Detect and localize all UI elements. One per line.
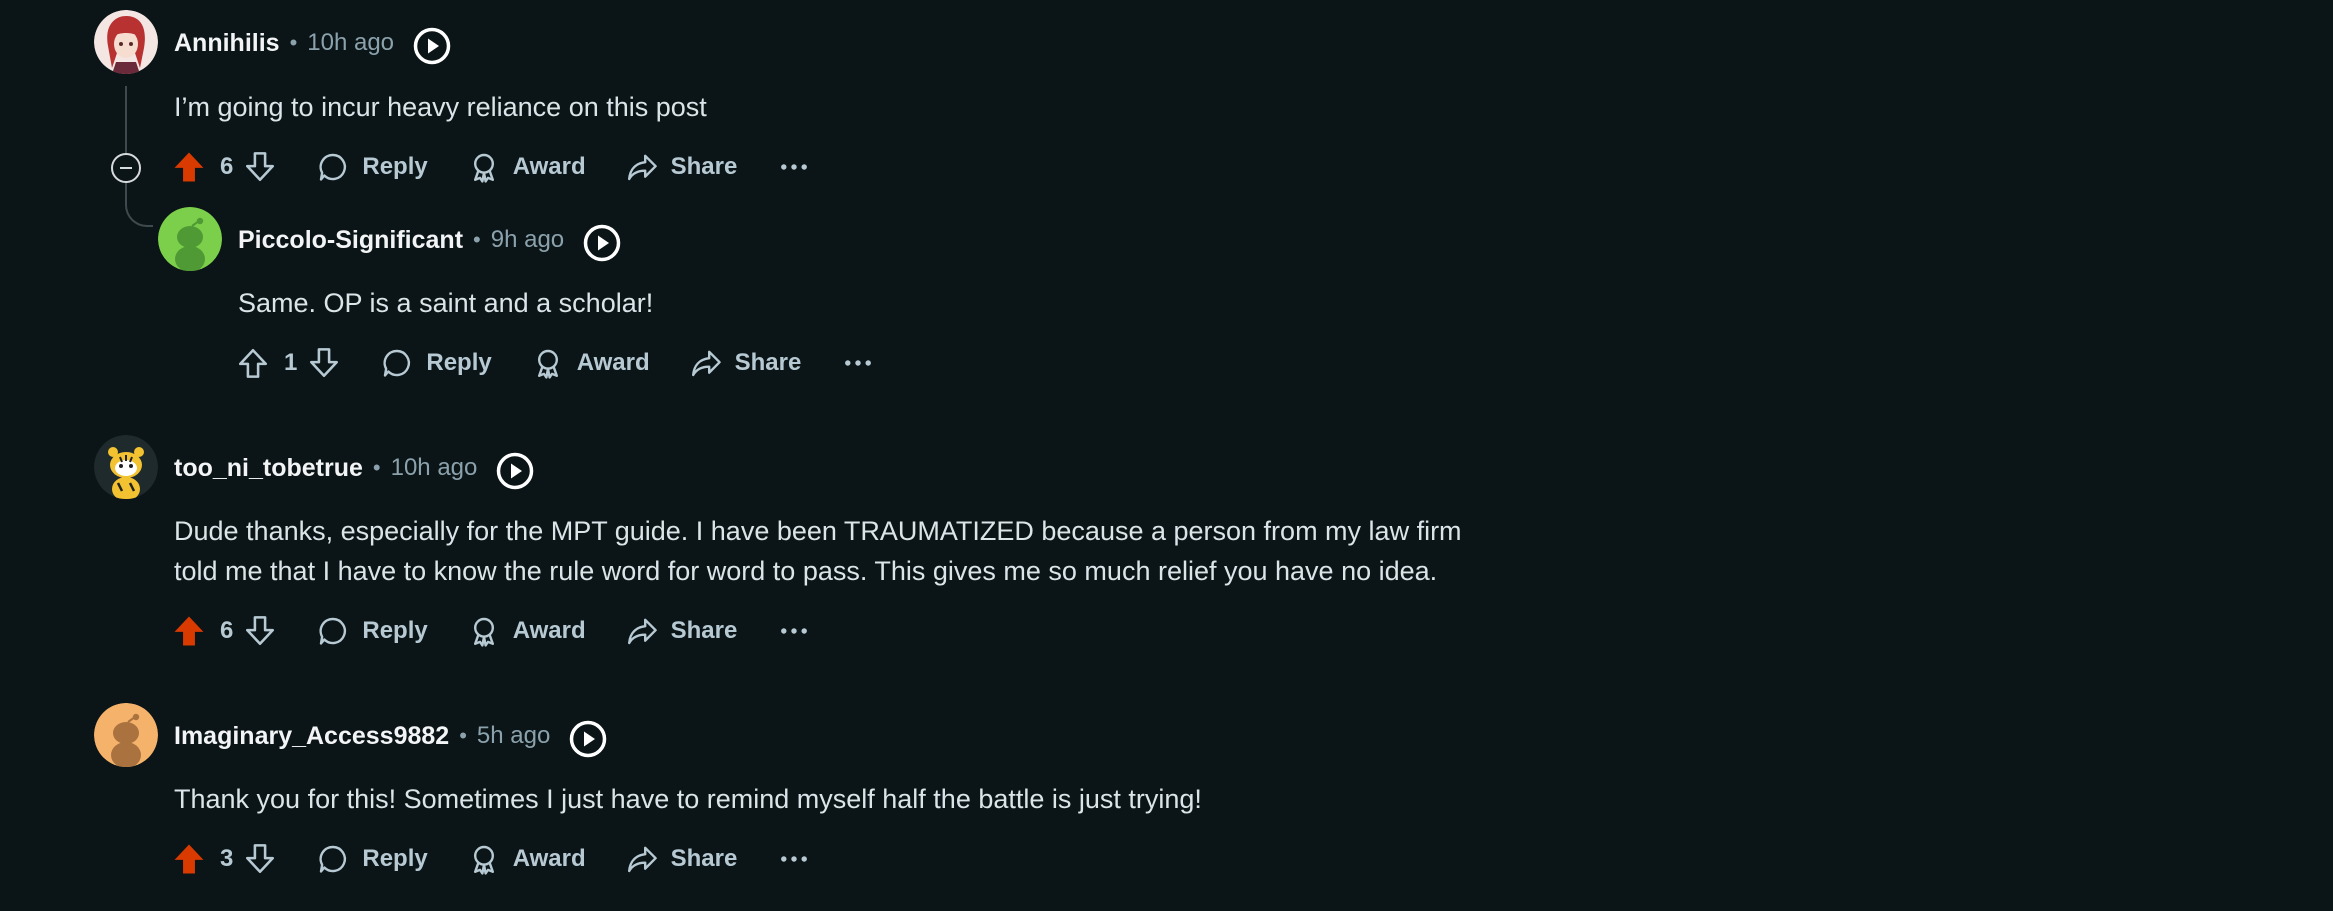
play-icon[interactable] <box>412 26 452 66</box>
award-icon <box>468 151 500 183</box>
upvote-icon[interactable] <box>172 614 206 648</box>
reply-button[interactable]: Reply <box>317 615 428 647</box>
reply-label: Reply <box>362 845 428 872</box>
award-label: Award <box>512 845 586 872</box>
award-button[interactable]: Award <box>468 843 586 875</box>
share-button[interactable]: Share <box>626 615 738 647</box>
username[interactable]: Piccolo-Significant <box>238 226 463 255</box>
award-label: Award <box>512 153 586 180</box>
comment-thread: Annihilis • 10h ago I’m going to incur h… <box>0 0 2333 911</box>
comment-header: Imaginary_Access9882 • 5h ago <box>174 716 608 756</box>
comment-body: Thank you for this! Sometimes I just hav… <box>174 784 1202 814</box>
share-button[interactable]: Share <box>626 843 738 875</box>
reply-button[interactable]: Reply <box>317 843 428 875</box>
thread-line[interactable] <box>125 183 127 203</box>
downvote-icon[interactable] <box>307 346 341 380</box>
downvote-icon[interactable] <box>243 614 277 648</box>
avatar[interactable] <box>158 207 222 271</box>
comment-body: Same. OP is a saint and a scholar! <box>238 288 654 318</box>
comment-header: Piccolo-Significant • 9h ago <box>238 220 622 260</box>
collapse-thread-button[interactable] <box>111 153 141 183</box>
timestamp[interactable]: 10h ago <box>391 454 478 482</box>
more-options-icon[interactable] <box>841 346 875 380</box>
reply-label: Reply <box>362 153 428 180</box>
comment-actions: 6 Reply Award Share <box>172 147 811 187</box>
upvote-icon[interactable] <box>236 346 270 380</box>
avatar[interactable] <box>94 435 158 499</box>
anime-avatar-icon <box>94 10 158 74</box>
downvote-icon[interactable] <box>243 842 277 876</box>
timestamp[interactable]: 5h ago <box>477 722 550 750</box>
award-button[interactable]: Award <box>468 615 586 647</box>
reply-button[interactable]: Reply <box>381 347 492 379</box>
share-label: Share <box>670 617 738 644</box>
comment-body: I’m going to incur heavy reliance on thi… <box>174 92 707 122</box>
share-label: Share <box>734 349 802 376</box>
share-icon <box>690 347 722 379</box>
comment-actions: 1 Reply Award Share <box>236 343 875 383</box>
score: 6 <box>220 153 234 180</box>
share-button[interactable]: Share <box>626 151 738 183</box>
avatar[interactable] <box>94 703 158 767</box>
comment-body-line: told me that I have to know the rule wor… <box>174 556 1438 586</box>
score: 1 <box>284 349 298 376</box>
reply-icon <box>317 843 349 875</box>
share-label: Share <box>670 845 738 872</box>
more-options-icon[interactable] <box>777 842 811 876</box>
green-snoo-avatar-icon <box>158 207 222 271</box>
award-icon <box>468 843 500 875</box>
separator-dot: • <box>289 30 298 55</box>
award-label: Award <box>512 617 586 644</box>
timestamp[interactable]: 9h ago <box>491 226 564 254</box>
play-icon[interactable] <box>582 223 622 263</box>
more-options-icon[interactable] <box>777 150 811 184</box>
comment-header: too_ni_tobetrue • 10h ago <box>174 448 535 488</box>
separator-dot: • <box>372 455 381 480</box>
share-label: Share <box>670 153 738 180</box>
award-icon <box>468 615 500 647</box>
reply-icon <box>381 347 413 379</box>
upvote-icon[interactable] <box>172 842 206 876</box>
award-label: Award <box>576 349 650 376</box>
username[interactable]: too_ni_tobetrue <box>174 454 363 483</box>
reply-icon <box>317 615 349 647</box>
comment-actions: 3 Reply Award Share <box>172 839 811 879</box>
separator-dot: • <box>459 723 467 748</box>
comment-body-line: Dude thanks, especially for the MPT guid… <box>174 516 1462 546</box>
comment-actions: 6 Reply Award Share <box>172 611 811 651</box>
reply-button[interactable]: Reply <box>317 151 428 183</box>
upvote-icon[interactable] <box>172 150 206 184</box>
share-icon <box>626 615 658 647</box>
more-options-icon[interactable] <box>777 614 811 648</box>
award-button[interactable]: Award <box>532 347 650 379</box>
username[interactable]: Annihilis <box>174 29 280 58</box>
reply-label: Reply <box>362 617 428 644</box>
score: 3 <box>220 845 234 872</box>
share-icon <box>626 843 658 875</box>
avatar[interactable] <box>94 10 158 74</box>
score: 6 <box>220 617 234 644</box>
separator-dot: • <box>473 227 481 252</box>
play-icon[interactable] <box>568 719 608 759</box>
reply-label: Reply <box>426 349 492 376</box>
orange-snoo-avatar-icon <box>94 703 158 767</box>
comment-body: Dude thanks, especially for the MPT guid… <box>174 511 1462 591</box>
share-button[interactable]: Share <box>690 347 802 379</box>
reply-icon <box>317 151 349 183</box>
tiger-snoo-avatar-icon <box>94 435 158 499</box>
thread-line-curve <box>125 203 153 227</box>
comment-header: Annihilis • 10h ago <box>174 23 452 63</box>
share-icon <box>626 151 658 183</box>
username[interactable]: Imaginary_Access9882 <box>174 722 449 751</box>
play-icon[interactable] <box>495 451 535 491</box>
thread-line[interactable] <box>125 86 127 153</box>
award-button[interactable]: Award <box>468 151 586 183</box>
timestamp[interactable]: 10h ago <box>307 29 394 57</box>
award-icon <box>532 347 564 379</box>
downvote-icon[interactable] <box>243 150 277 184</box>
